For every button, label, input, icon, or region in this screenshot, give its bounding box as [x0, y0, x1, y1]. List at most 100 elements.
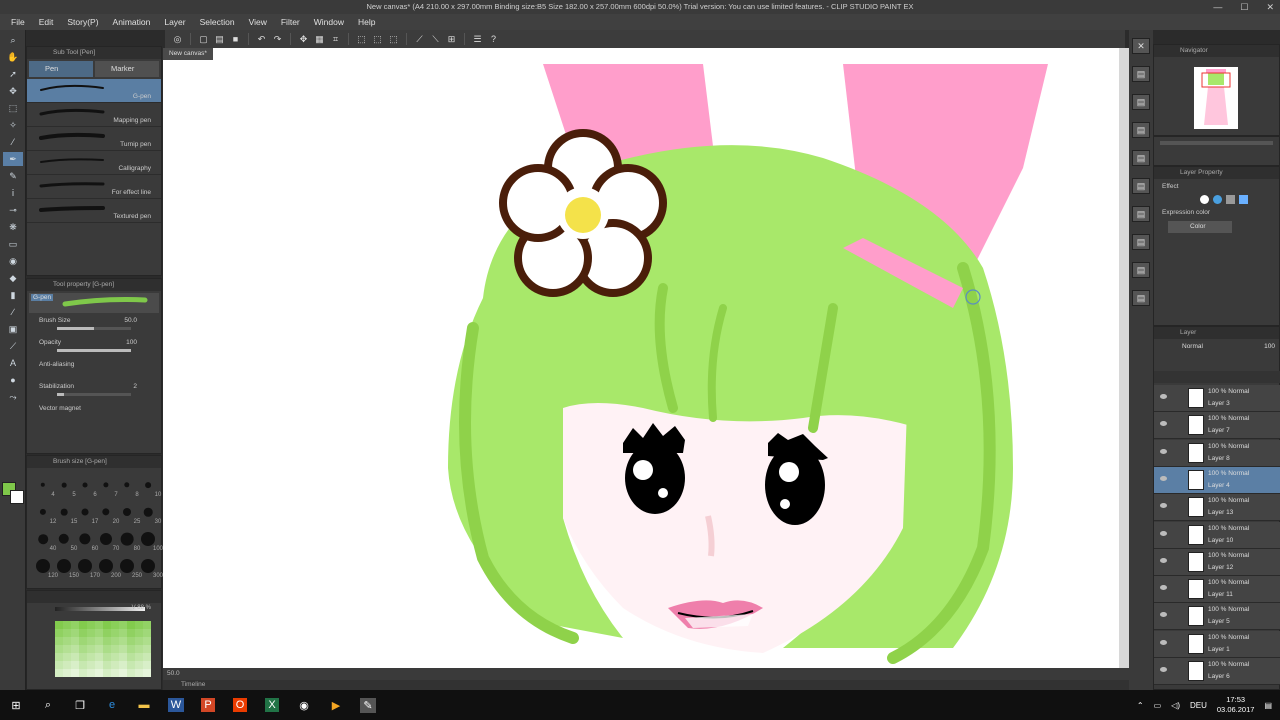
color-cell[interactable] [87, 669, 95, 677]
decoration-tool-icon[interactable]: ❋ [3, 220, 23, 234]
visibility-eye-icon[interactable] [1160, 503, 1167, 509]
clear-icon[interactable]: ▦ [313, 33, 326, 45]
layer-row[interactable]: 100 % Normal Layer 1 [1154, 630, 1280, 658]
material-icon[interactable]: ▤ [1132, 290, 1150, 306]
visibility-eye-icon[interactable] [1160, 394, 1167, 399]
menu-window[interactable]: Window [307, 17, 351, 27]
word-icon[interactable]: W [162, 693, 190, 717]
explorer-icon[interactable]: ▬ [130, 693, 158, 717]
color-cell[interactable] [111, 645, 119, 653]
color-cell[interactable] [55, 645, 63, 653]
color-cell[interactable] [103, 621, 111, 629]
settings-dropdown-icon[interactable]: ☰ [471, 33, 484, 45]
color-cell[interactable] [71, 661, 79, 669]
property-value[interactable]: 2 [133, 383, 137, 390]
visibility-eye-icon[interactable] [1160, 557, 1167, 563]
task-view-icon[interactable]: ❐ [66, 693, 94, 717]
layer-row[interactable]: 100 % Normal Layer 6 [1154, 658, 1280, 685]
property-value[interactable]: 100 [126, 339, 137, 346]
sub-color-swatch[interactable] [10, 490, 24, 504]
menu-help[interactable]: Help [351, 17, 382, 27]
auto-select-icon[interactable]: ✧ [3, 118, 23, 132]
color-cell[interactable] [119, 669, 127, 677]
correct-line-icon[interactable]: ⤳ [3, 390, 23, 404]
menu-filter[interactable]: Filter [274, 17, 307, 27]
zoom-level[interactable]: 50.0 [167, 670, 180, 677]
color-cell[interactable] [87, 637, 95, 645]
color-cell[interactable] [87, 629, 95, 637]
color-cell[interactable] [71, 645, 79, 653]
layer-row[interactable]: 100 % Normal Layer 5 [1154, 603, 1280, 631]
brush-size-preset[interactable]: 250 [117, 553, 142, 579]
color-cell[interactable] [71, 629, 79, 637]
language-indicator[interactable]: DEU [1190, 701, 1207, 710]
color-cell[interactable] [95, 661, 103, 669]
snap-special-ruler-icon[interactable]: ⟍ [429, 33, 442, 45]
color-cell[interactable] [135, 661, 143, 669]
snap-ruler-icon[interactable]: ⟋ [413, 33, 426, 45]
edge-icon[interactable]: e [98, 693, 126, 717]
color-cell[interactable] [135, 645, 143, 653]
brush-item[interactable]: For effect line [27, 175, 161, 199]
excel-icon[interactable]: X [258, 693, 286, 717]
color-cell[interactable] [63, 621, 71, 629]
blend-mode-select[interactable]: Normal [1158, 343, 1218, 354]
material-icon[interactable]: ▤ [1132, 206, 1150, 222]
color-cell[interactable] [127, 621, 135, 629]
pencil-tool-icon[interactable]: ✎ [3, 169, 23, 183]
color-cell[interactable] [71, 653, 79, 661]
brush-tool-icon[interactable]: ⅰ [3, 186, 23, 200]
material-icon[interactable]: ▤ [1132, 94, 1150, 110]
brush-size-preset[interactable]: 4 [33, 472, 55, 498]
start-icon[interactable]: ⊞ [2, 693, 30, 717]
color-cell[interactable] [79, 661, 87, 669]
brush-size-preset[interactable]: 20 [96, 499, 119, 525]
color-cell[interactable] [55, 661, 63, 669]
property-slider[interactable] [57, 349, 131, 352]
brush-size-preset[interactable]: 200 [96, 553, 121, 579]
color-cell[interactable] [63, 629, 71, 637]
tray-expand-icon[interactable]: ⌃ [1137, 701, 1144, 710]
document-tab[interactable]: New canvas* [163, 48, 213, 60]
visibility-eye-icon[interactable] [1160, 585, 1167, 591]
color-cell[interactable] [135, 629, 143, 637]
color-cell[interactable] [95, 621, 103, 629]
eyedropper-icon[interactable]: ⁄ [3, 135, 23, 149]
color-cell[interactable] [143, 637, 151, 645]
brush-size-preset[interactable]: 25 [117, 499, 140, 525]
menu-view[interactable]: View [242, 17, 274, 27]
layer-row[interactable]: 100 % Normal Layer 12 [1154, 548, 1280, 576]
brush-size-preset[interactable]: 10 [138, 472, 161, 498]
color-cell[interactable] [63, 669, 71, 677]
menu-animation[interactable]: Animation [106, 17, 158, 27]
color-cell[interactable] [79, 621, 87, 629]
color-cell[interactable] [143, 669, 151, 677]
selection-tool-icon[interactable]: ⬚ [3, 101, 23, 115]
color-cell[interactable] [63, 645, 71, 653]
layer-row[interactable]: 100 % Normal Layer 3 [1154, 385, 1280, 412]
color-cell[interactable] [87, 645, 95, 653]
color-cell[interactable] [103, 629, 111, 637]
brush-size-preset[interactable]: 50 [54, 526, 77, 552]
brush-size-preset[interactable]: 80 [117, 526, 140, 552]
brush-size-preset[interactable]: 12 [33, 499, 56, 525]
layer-row[interactable]: 100 % Normal Layer 13 [1154, 494, 1280, 522]
brush-size-preset[interactable]: 60 [75, 526, 98, 552]
brush-item[interactable]: Turnip pen [27, 127, 161, 151]
color-cell[interactable] [119, 661, 127, 669]
powerpoint-icon[interactable]: P [194, 693, 222, 717]
redo-icon[interactable]: ↷ [271, 33, 284, 45]
color-cell[interactable] [55, 629, 63, 637]
move-layer-icon[interactable]: ✥ [3, 84, 23, 98]
color-cell[interactable] [111, 621, 119, 629]
airbrush-tool-icon[interactable]: ⊸ [3, 203, 23, 217]
visibility-eye-icon[interactable] [1160, 421, 1167, 427]
color-cell[interactable] [95, 653, 103, 661]
crop-icon[interactable]: ⌗ [329, 33, 342, 45]
brush-size-preset[interactable]: 6 [75, 472, 97, 498]
color-cell[interactable] [111, 669, 119, 677]
search-icon[interactable]: ⌕ [34, 693, 62, 717]
brush-size-preset[interactable]: 7 [96, 472, 118, 498]
layer-row[interactable]: 100 % Normal Layer 11 [1154, 576, 1280, 604]
hand-tool-icon[interactable]: ✋ [3, 50, 23, 64]
